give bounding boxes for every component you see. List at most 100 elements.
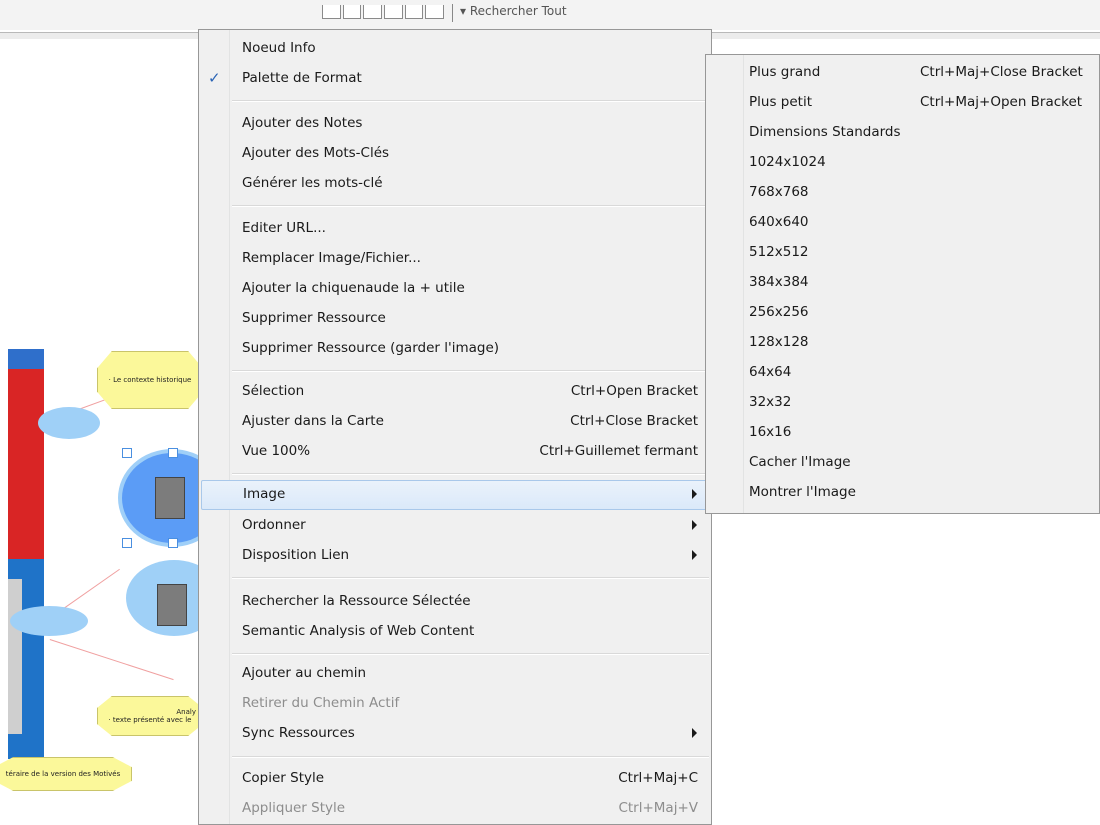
menu-item-shortcut: Ctrl+Open Bracket (570, 383, 698, 399)
selection-handle[interactable] (168, 538, 178, 548)
submenu-item-label: 16x16 (749, 424, 792, 440)
node-text: Analy (176, 708, 196, 716)
menu-item-ordonner[interactable]: Ordonner (199, 511, 711, 541)
toolbar-box[interactable] (342, 5, 362, 19)
submenu-item-256[interactable]: 256x256 (706, 298, 1099, 328)
menu-item-disposition-lien[interactable]: Disposition Lien (199, 541, 711, 571)
submenu-item-16[interactable]: 16x16 (706, 418, 1099, 448)
search-all-dropdown[interactable]: ▾ Rechercher Tout (460, 4, 567, 18)
submenu-item-640[interactable]: 640x640 (706, 208, 1099, 238)
menu-item-label: Sync Ressources (242, 725, 355, 741)
map-node-octagon[interactable]: · Le contexte historique (97, 351, 200, 409)
portrait-image (157, 584, 187, 626)
menu-item-noeud-info[interactable]: Noeud Info (199, 34, 711, 64)
menu-item-ajuster-carte[interactable]: Ajuster dans la Carte Ctrl+Close Bracket (199, 407, 711, 437)
selection-handle[interactable] (122, 538, 132, 548)
menu-separator (232, 577, 709, 579)
menu-item-vue-100[interactable]: Vue 100% Ctrl+Guillemet fermant (199, 437, 711, 467)
submenu-item-32[interactable]: 32x32 (706, 388, 1099, 418)
context-menu: Noeud Info ✓ Palette de Format Ajouter de… (198, 29, 712, 825)
submenu-item-768[interactable]: 768x768 (706, 178, 1099, 208)
menu-item-ajouter-chiquenaude[interactable]: Ajouter la chiquenaude la + utile (199, 274, 711, 304)
submenu-item-label: Dimensions Standards (749, 124, 901, 140)
menu-item-selection[interactable]: Sélection Ctrl+Open Bracket (199, 377, 711, 407)
submenu-item-512[interactable]: 512x512 (706, 238, 1099, 268)
menu-item-supprimer-ressource-garder-image[interactable]: Supprimer Ressource (garder l'image) (199, 334, 711, 364)
checkmark-icon: ✓ (208, 69, 221, 87)
toolbar: ▾ Rechercher Tout (0, 0, 1100, 30)
menu-item-ajouter-chemin[interactable]: Ajouter au chemin (199, 659, 711, 689)
menu-item-label: Ajouter des Notes (242, 115, 363, 131)
menu-item-label: Image (243, 486, 286, 502)
menu-item-label: Ajouter au chemin (242, 665, 367, 681)
menu-item-label: Copier Style (242, 770, 325, 786)
submenu-item-label: 64x64 (749, 364, 792, 380)
menu-item-label: Appliquer Style (242, 800, 346, 816)
selection-handle[interactable] (122, 448, 132, 458)
menu-item-retirer-chemin: Retirer du Chemin Actif (199, 689, 711, 719)
menu-item-ajouter-mots-cles[interactable]: Ajouter des Mots-Clés (199, 139, 711, 169)
menu-item-semantic-analysis[interactable]: Semantic Analysis of Web Content (199, 617, 711, 647)
submenu-item-label: 640x640 (749, 214, 809, 230)
toolbar-box[interactable] (363, 5, 383, 19)
menu-item-palette-de-format[interactable]: ✓ Palette de Format (199, 64, 711, 94)
toolbar-box[interactable] (322, 5, 341, 19)
toolbar-box[interactable] (404, 5, 424, 19)
menu-item-supprimer-ressource[interactable]: Supprimer Ressource (199, 304, 711, 334)
menu-item-image[interactable]: Image (201, 480, 709, 510)
link-line (62, 568, 120, 610)
submenu-item-label: Montrer l'Image (749, 484, 856, 500)
submenu-item-1024[interactable]: 1024x1024 (706, 148, 1099, 178)
submenu-item-montrer-image[interactable]: Montrer l'Image (706, 478, 1099, 508)
map-node-header (8, 349, 44, 369)
selection-handle[interactable] (168, 448, 178, 458)
menu-item-ajouter-notes[interactable]: Ajouter des Notes (199, 109, 711, 139)
node-text: · texte présenté avec le (108, 716, 192, 724)
submenu-item-dimensions-standards[interactable]: Dimensions Standards (706, 118, 1099, 148)
menu-item-generer-mots-cle[interactable]: Générer les mots-clé (199, 169, 711, 199)
menu-item-label: Palette de Format (242, 70, 362, 86)
map-node-octagon[interactable]: Analy · texte présenté avec le (97, 696, 200, 736)
submenu-item-label: Plus petit (749, 94, 812, 110)
submenu-item-label: 128x128 (749, 334, 809, 350)
submenu-arrow-icon (692, 489, 697, 499)
submenu-item-plus-grand[interactable]: Plus grand Ctrl+Maj+Close Bracket (706, 58, 1099, 88)
map-canvas[interactable]: · Le contexte historique Analy · texte p… (0, 39, 200, 825)
image-submenu: Plus grand Ctrl+Maj+Close Bracket Plus pe… (705, 54, 1100, 514)
submenu-item-128[interactable]: 128x128 (706, 328, 1099, 358)
menu-item-sync-ressources[interactable]: Sync Ressources (199, 719, 711, 749)
menu-separator (232, 205, 709, 207)
submenu-arrow-icon (692, 728, 697, 738)
menu-item-label: Vue 100% (242, 443, 311, 459)
menu-item-label: Générer les mots-clé (242, 175, 383, 191)
menu-item-remplacer-image[interactable]: Remplacer Image/Fichier... (199, 244, 711, 274)
menu-item-label: Sélection (242, 383, 305, 399)
toolbar-format-boxes[interactable] (322, 5, 445, 19)
toolbar-box[interactable] (384, 5, 403, 19)
submenu-item-label: Plus grand (749, 64, 821, 80)
submenu-item-cacher-image[interactable]: Cacher l'Image (706, 448, 1099, 478)
menu-item-editer-url[interactable]: Editer URL... (199, 214, 711, 244)
map-node-ellipse[interactable] (38, 407, 100, 439)
submenu-item-384[interactable]: 384x384 (706, 268, 1099, 298)
map-node-octagon[interactable]: téraire de la version des Motivés (0, 757, 132, 791)
node-text: téraire de la version des Motivés (5, 770, 121, 778)
menu-item-label: Ajuster dans la Carte (242, 413, 384, 429)
submenu-item-label: Cacher l'Image (749, 454, 851, 470)
map-node-red[interactable] (8, 349, 44, 559)
menu-separator (232, 100, 709, 102)
menu-item-rechercher-ressource[interactable]: Rechercher la Ressource Sélectée (199, 587, 711, 617)
menu-item-label: Supprimer Ressource (garder l'image) (242, 340, 500, 356)
menu-separator (232, 370, 709, 372)
submenu-item-64[interactable]: 64x64 (706, 358, 1099, 388)
menu-item-label: Ajouter des Mots-Clés (242, 145, 390, 161)
submenu-item-plus-petit[interactable]: Plus petit Ctrl+Maj+Open Bracket (706, 88, 1099, 118)
submenu-item-label: 512x512 (749, 244, 809, 260)
submenu-item-label: 256x256 (749, 304, 809, 320)
menu-item-label: Editer URL... (242, 220, 326, 236)
toolbar-box[interactable] (425, 5, 445, 19)
menu-item-copier-style[interactable]: Copier Style Ctrl+Maj+C (199, 764, 711, 794)
menu-item-shortcut: Ctrl+Guillemet fermant (539, 443, 698, 459)
menu-item-appliquer-style: Appliquer Style Ctrl+Maj+V (199, 794, 711, 824)
map-node-ellipse[interactable] (10, 606, 88, 636)
